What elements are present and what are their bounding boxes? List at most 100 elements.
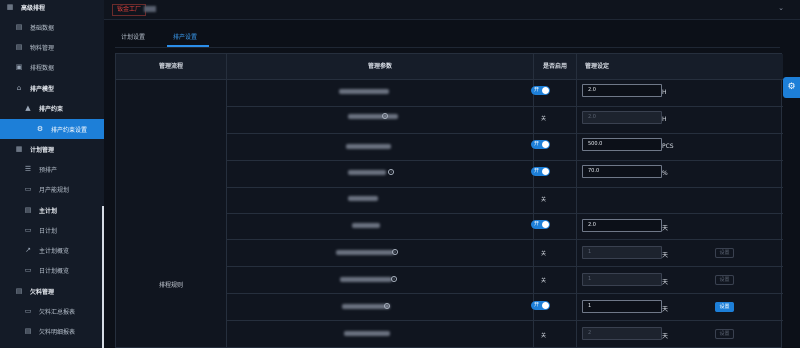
monitor-icon: ▭ xyxy=(24,266,32,274)
table-icon: ▤ xyxy=(15,43,23,51)
setting-button[interactable]: 设置 xyxy=(715,329,734,339)
sidebar-item-master-plan[interactable]: ▤ 主计划 xyxy=(0,200,104,220)
enable-status[interactable]: 关 xyxy=(541,250,546,257)
factory-selector[interactable]: 钣金工厂 xyxy=(112,4,147,16)
info-icon[interactable]: i xyxy=(384,303,390,309)
switch-knob xyxy=(542,168,549,175)
unit-label: 天 xyxy=(662,252,669,259)
settings-table: 管理流程 管理参数 是否启用 管理设定 排程规则 开 2.0 H i 关 2.0… xyxy=(115,53,783,348)
info-icon[interactable]: i xyxy=(391,276,397,282)
sidebar-scrollbar[interactable] xyxy=(102,206,104,348)
setting-input[interactable]: 1 xyxy=(582,300,662,313)
enable-status[interactable]: 关 xyxy=(541,277,546,284)
enable-status[interactable]: 关 xyxy=(541,332,546,339)
sidebar-item-schedule-data[interactable]: ▣ 排程数据 xyxy=(0,57,104,77)
setting-button[interactable]: 设置 xyxy=(715,275,734,285)
document-icon: ▤ xyxy=(15,287,23,295)
info-icon[interactable]: i xyxy=(382,113,388,119)
switch-knob xyxy=(542,141,549,148)
redacted-parameter xyxy=(352,223,380,228)
home-icon: ⌂ xyxy=(16,84,22,92)
redacted-parameter xyxy=(348,114,398,119)
sidebar-item-scheduling-model[interactable]: ⌂ 排产模型 xyxy=(0,78,104,98)
switch-knob xyxy=(542,87,549,94)
redacted-parameter xyxy=(344,331,390,336)
divider xyxy=(226,239,783,240)
switch-knob xyxy=(542,221,549,228)
unit-label: H xyxy=(662,116,667,123)
tab-divider xyxy=(115,47,780,48)
divider xyxy=(576,54,577,348)
sidebar-item-material[interactable]: ▤ 物料管理 xyxy=(0,37,104,57)
unit-label: H xyxy=(662,89,667,96)
tab-scheduling-settings[interactable]: 排产设置 xyxy=(173,32,197,41)
sidebar-item-pre-scheduling[interactable]: ☰ 预排产 xyxy=(0,159,104,179)
sidebar-item-constraint-settings[interactable]: ⚙ 排产约束设置 xyxy=(0,119,104,139)
tab-plan-settings[interactable]: 计划设置 xyxy=(121,32,145,41)
divider xyxy=(226,266,783,267)
enable-switch[interactable]: 开 xyxy=(531,220,550,229)
redacted-parameter xyxy=(348,170,386,175)
redacted-parameter xyxy=(342,304,390,309)
sidebar-item-daily-plan-overview[interactable]: ▭ 日计划概览 xyxy=(0,260,104,280)
info-icon[interactable]: i xyxy=(392,249,398,255)
enable-switch[interactable]: 开 xyxy=(531,86,550,95)
grid-icon: ▦ xyxy=(15,145,23,153)
header-enabled: 是否启用 xyxy=(534,54,576,79)
sidebar-item-constraints[interactable]: ▲ 排产约束 xyxy=(0,98,104,118)
unit-label: 天 xyxy=(662,333,669,340)
setting-input[interactable]: 70.0 xyxy=(582,165,662,178)
header-parameter: 管理参数 xyxy=(227,54,533,79)
setting-input[interactable]: 2.0 xyxy=(582,111,662,124)
gear-icon[interactable]: ⚙ xyxy=(783,77,800,98)
sidebar-item-plan-management[interactable]: ▦ 计划管理 xyxy=(0,139,104,159)
grid-icon: ▦ xyxy=(6,3,14,11)
sidebar-item-basic-data[interactable]: ▤ 基础数据 xyxy=(0,17,104,37)
switch-knob xyxy=(542,302,549,309)
sidebar-item-master-plan-overview[interactable]: ↗ 主计划概览 xyxy=(0,240,104,260)
redacted-parameter xyxy=(339,89,389,94)
enable-switch[interactable]: 开 xyxy=(531,140,550,149)
redacted-parameter xyxy=(348,196,378,201)
info-icon[interactable]: i xyxy=(388,169,394,175)
sidebar-item-shortage-summary[interactable]: ▭ 欠料汇总报表 xyxy=(0,301,104,321)
divider xyxy=(226,293,783,294)
unit-label: 天 xyxy=(662,225,669,232)
setting-button[interactable]: 设置 xyxy=(715,248,734,258)
table-icon: ▤ xyxy=(15,23,23,31)
header-process: 管理流程 xyxy=(116,54,226,79)
enable-status[interactable]: 关 xyxy=(541,115,546,122)
sidebar-item-shortage-management[interactable]: ▤ 欠料管理 xyxy=(0,281,104,301)
divider xyxy=(226,106,783,107)
setting-input[interactable]: 2.0 xyxy=(582,84,662,97)
sidebar-item-advanced-scheduling[interactable]: ▦ 高级排程 xyxy=(0,0,104,17)
chevron-down-icon[interactable]: ⌄ xyxy=(778,4,784,12)
divider xyxy=(226,187,783,188)
sidebar-item-monthly-capacity[interactable]: ▭ 月产能规划 xyxy=(0,179,104,199)
divider xyxy=(226,213,783,214)
table-icon: ▤ xyxy=(24,327,32,335)
divider xyxy=(226,54,227,348)
gear-icon: ⚙ xyxy=(36,125,44,133)
enable-switch[interactable]: 开 xyxy=(531,301,550,310)
header-setting: 管理设定 xyxy=(577,54,783,79)
redacted-parameter xyxy=(346,144,391,149)
sidebar: ▦ 高级排程 ▤ 基础数据 ▤ 物料管理 ▣ 排程数据 ⌂ 排产模型 ▲ 排产约… xyxy=(0,0,104,348)
unit-label: 天 xyxy=(662,306,669,313)
document-icon: ▭ xyxy=(24,307,32,315)
sidebar-item-shortage-detail[interactable]: ▤ 欠料明细报表 xyxy=(0,321,104,341)
setting-button[interactable]: 设置 xyxy=(715,302,734,312)
divider xyxy=(226,320,783,321)
unit-label: 天 xyxy=(662,279,669,286)
enable-switch[interactable]: 开 xyxy=(531,167,550,176)
setting-input[interactable]: 2 xyxy=(582,327,662,340)
setting-input[interactable]: 500.0 xyxy=(582,138,662,151)
setting-input[interactable]: 2.0 xyxy=(582,219,662,232)
enable-status[interactable]: 关 xyxy=(541,196,546,203)
table-icon: ▤ xyxy=(24,206,32,214)
sidebar-item-daily-plan[interactable]: ▭ 日计划 xyxy=(0,220,104,240)
setting-input[interactable]: 1 xyxy=(582,273,662,286)
divider xyxy=(116,79,783,80)
calendar-icon: ▣ xyxy=(15,63,23,71)
setting-input[interactable]: 1 xyxy=(582,246,662,259)
